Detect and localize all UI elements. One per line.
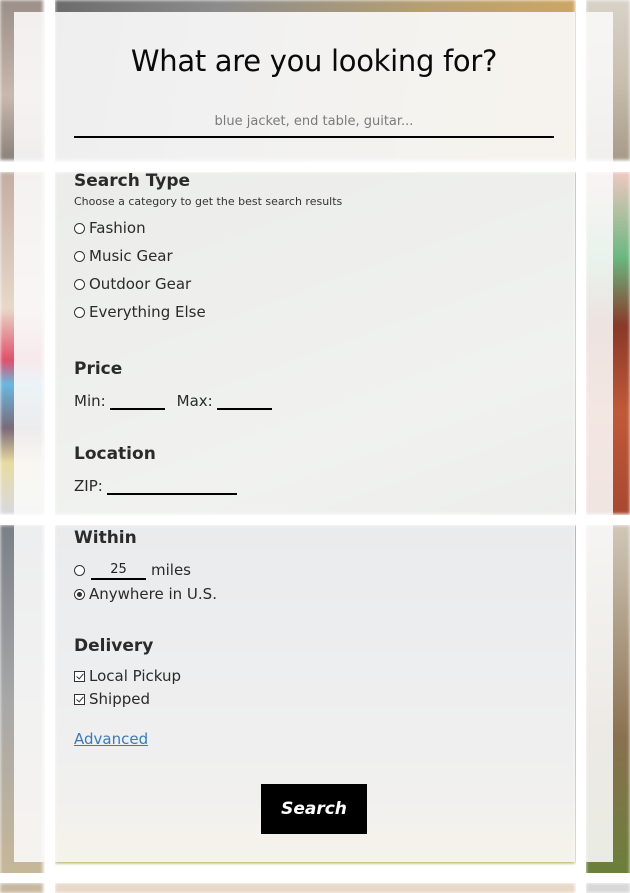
price-max-label: Max: (176, 392, 213, 410)
within-heading: Within (74, 528, 137, 548)
option-label: Shipped (89, 690, 150, 708)
within-radius-option[interactable]: miles (74, 560, 191, 580)
search-type-subtitle: Choose a category to get the best search… (74, 195, 343, 208)
location-heading: Location (74, 444, 156, 464)
option-label: Outdoor Gear (89, 275, 192, 293)
delivery-option-local-pickup[interactable]: Local Pickup (74, 667, 181, 685)
overlay-veil (585, 12, 613, 862)
advanced-link[interactable]: Advanced (74, 730, 148, 748)
search-type-option-everything-else[interactable]: Everything Else (74, 303, 206, 321)
search-type-option-fashion[interactable]: Fashion (74, 219, 146, 237)
delivery-option-shipped[interactable]: Shipped (74, 690, 150, 708)
zip-row: ZIP: (74, 475, 237, 495)
within-anywhere-option[interactable]: Anywhere in U.S. (74, 585, 217, 603)
radius-miles-input[interactable] (91, 560, 146, 580)
radio-button[interactable] (74, 306, 85, 318)
search-input[interactable] (74, 106, 554, 138)
radio-button-selected[interactable] (74, 588, 85, 600)
radio-button[interactable] (74, 564, 85, 576)
option-label: Everything Else (89, 303, 206, 321)
background-photo-tile (586, 883, 630, 893)
zip-label: ZIP: (74, 477, 103, 495)
search-button[interactable]: Search (261, 784, 367, 834)
delivery-heading: Delivery (74, 636, 154, 656)
price-min-input[interactable] (109, 390, 165, 410)
option-label: Music Gear (89, 247, 173, 265)
radio-button[interactable] (74, 222, 85, 234)
checkbox-checked[interactable] (74, 693, 85, 705)
option-label: Fashion (89, 219, 146, 237)
overlay-veil (14, 12, 45, 862)
page: What are you looking for? Search Type Ch… (0, 0, 630, 893)
price-heading: Price (74, 359, 123, 379)
price-max-input[interactable] (216, 390, 272, 410)
tile-gap (0, 515, 630, 525)
checkbox-checked[interactable] (74, 670, 85, 682)
option-label: Anywhere in U.S. (89, 585, 217, 603)
price-range: Min: Max: (74, 390, 272, 410)
tile-gap (576, 0, 586, 893)
radius-unit-label: miles (151, 561, 191, 579)
search-type-option-outdoor-gear[interactable]: Outdoor Gear (74, 275, 191, 293)
zip-input[interactable] (106, 475, 237, 495)
radio-button[interactable] (74, 278, 85, 290)
page-title: What are you looking for? (130, 44, 498, 78)
radio-button[interactable] (74, 250, 85, 262)
tile-gap (45, 0, 55, 893)
tile-gap (0, 873, 630, 883)
background-photo-tile (0, 883, 43, 893)
search-type-heading: Search Type (74, 171, 191, 191)
search-type-option-music-gear[interactable]: Music Gear (74, 247, 173, 265)
option-label: Local Pickup (89, 667, 182, 685)
price-min-label: Min: (74, 392, 106, 410)
background-photo-tile (55, 883, 575, 893)
